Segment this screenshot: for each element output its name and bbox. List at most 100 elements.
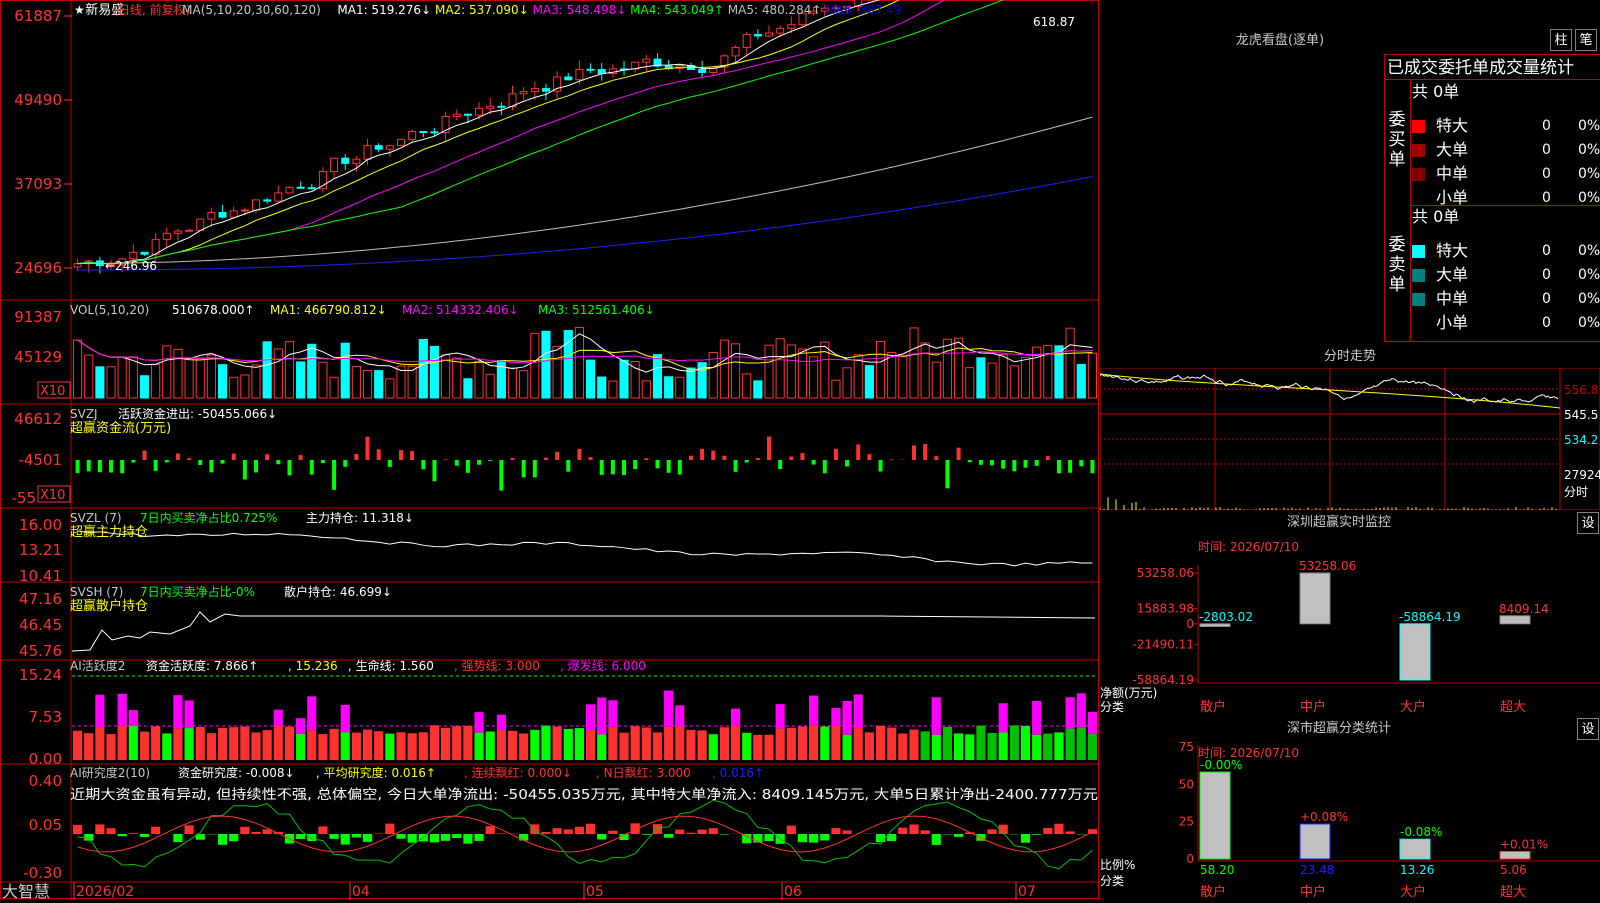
candle (766, 33, 773, 36)
candle (74, 264, 81, 267)
volume-bar (955, 338, 963, 398)
activity-bar (129, 726, 138, 760)
volume-bar (274, 349, 282, 398)
activity-bar-magenta (597, 698, 606, 735)
vol-ma-line (78, 340, 1093, 363)
research-bar (787, 826, 796, 834)
activity-bar (664, 727, 673, 760)
volume-bar (977, 358, 985, 398)
sz-class-title: 深市超赢分类统计 (1100, 718, 1578, 740)
candle (230, 211, 237, 217)
volume-bar (74, 340, 82, 398)
activity-bar (385, 734, 394, 760)
ai1-tick: 15.24 (19, 666, 62, 684)
activity-bar (742, 733, 751, 760)
volume-bar (85, 355, 93, 398)
svzl-tick: 10.41 (19, 567, 62, 585)
ai1-t4: , 强势线: 3.000 (454, 659, 540, 673)
activity-bar-magenta (664, 691, 673, 727)
activity-bar (106, 734, 115, 760)
category-label: 超大 (1500, 700, 1526, 715)
activity-bar (486, 731, 495, 760)
date-label: 04 (352, 884, 370, 900)
sell-row-percent: 0% (1578, 311, 1600, 335)
research-bar (151, 827, 160, 834)
net-bar (1300, 573, 1330, 624)
volume-bar (921, 343, 929, 398)
ma-value: MA1: 519.276↓ (337, 3, 431, 17)
vol-label: VOL(5,10,20) (70, 303, 149, 317)
stock-chart-canvas[interactable]: 61887494903709324696618.87←246.96★新易盛(日线… (0, 0, 1100, 900)
sell-row-percent: 0% (1578, 287, 1600, 311)
research-bar (118, 834, 127, 836)
volume-bar (375, 371, 383, 398)
activity-bar (419, 732, 428, 760)
svsh-tick: 46.45 (19, 616, 62, 634)
main-chart-area[interactable]: 61887494903709324696618.87←246.96★新易盛(日线… (0, 0, 1100, 900)
activity-bar (865, 732, 874, 760)
activity-bar (330, 729, 339, 760)
bar-view-button[interactable]: 柱 (1550, 29, 1572, 51)
activity-bar (564, 729, 573, 760)
research-bar (385, 824, 394, 834)
activity-bar-magenta (173, 695, 182, 728)
svzl-text2: 主力持仓: 11.318↓ (306, 510, 414, 525)
buy-color-swatch (1412, 120, 1425, 133)
activity-bar (553, 727, 562, 760)
volume-bar (999, 354, 1007, 398)
fenshi-chart[interactable]: 556.8545.5534.227924分时 (1100, 368, 1600, 510)
date-label: 07 (1018, 884, 1036, 900)
candle (643, 59, 650, 62)
research-bar (185, 825, 194, 834)
activity-bar (932, 735, 941, 760)
monitor-time: 时间: 2026/07/10 (1198, 540, 1299, 554)
activity-bar (541, 726, 550, 760)
candle (174, 231, 181, 233)
candle (353, 159, 360, 163)
activity-bar (820, 727, 829, 760)
candle (587, 69, 594, 70)
research-bar (553, 828, 562, 834)
activity-bar-magenta (608, 700, 617, 726)
activity-bar (307, 730, 316, 760)
research-bar (251, 832, 260, 834)
svzj-sub: 超赢资金流(万元) (70, 420, 171, 436)
research-bar (887, 834, 896, 841)
volume-bar (520, 371, 528, 398)
volume-bar (542, 331, 550, 398)
candle (420, 131, 427, 132)
candle (219, 212, 226, 217)
tick-view-button[interactable]: 笔 (1575, 29, 1597, 51)
class-change-label: -0.08% (1400, 825, 1442, 839)
sell-side-label: 委卖单 (1388, 235, 1406, 295)
candle (699, 70, 706, 73)
activity-bar (341, 732, 350, 760)
class-bar (1300, 824, 1330, 859)
candle (788, 25, 795, 29)
ai2-tick: 0.40 (29, 772, 62, 790)
research-bar (709, 828, 718, 834)
volume-bar (363, 370, 371, 398)
activity-bar (95, 727, 104, 760)
sz-monitor-settings-button[interactable]: 设 (1577, 512, 1599, 534)
research-bar (954, 834, 963, 837)
ma-value: MA2: 537.090↓ (435, 3, 529, 17)
candle (476, 108, 483, 115)
research-bar (229, 834, 238, 841)
volume-bar (174, 349, 182, 398)
research-bar (352, 834, 361, 838)
sz-class-settings-button[interactable]: 设 (1577, 718, 1599, 740)
research-bar (363, 834, 372, 842)
volume-bar (1066, 328, 1074, 398)
volume-bar (720, 340, 728, 398)
activity-bar (586, 730, 595, 760)
svsh-sub: 超赢散户持仓 (70, 598, 148, 614)
category-label: 中户 (1300, 699, 1326, 715)
category-label: 超大 (1500, 885, 1526, 900)
candle (364, 146, 371, 160)
volume-bar (888, 352, 896, 398)
activity-bar (1066, 729, 1075, 760)
net-bar (1200, 624, 1230, 627)
svzj-label: SVZJ (70, 407, 98, 421)
ai2-tick: 0.05 (29, 816, 62, 834)
